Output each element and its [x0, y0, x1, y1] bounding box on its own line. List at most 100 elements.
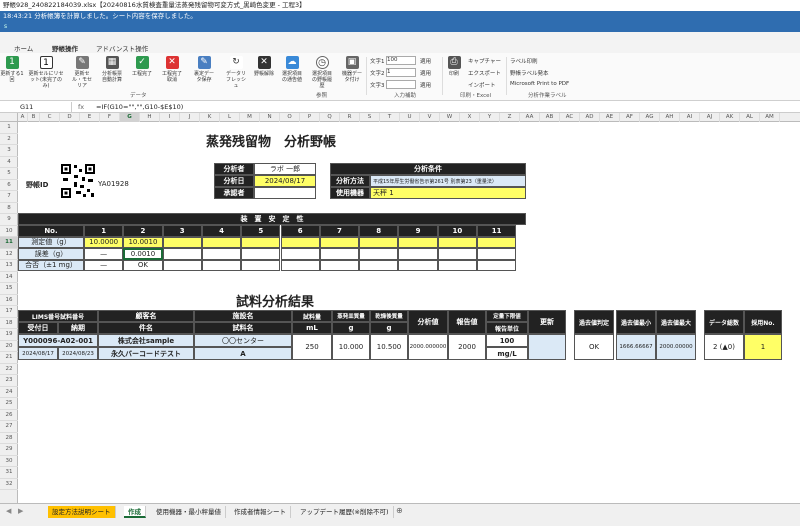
column-header[interactable]: AJ [700, 113, 720, 122]
row-header[interactable]: 21 [0, 352, 18, 364]
error-cell[interactable]: — [84, 248, 124, 260]
column-header[interactable]: AA [520, 113, 540, 122]
lims-value[interactable]: Y000096-A02-001 [18, 334, 98, 347]
column-header[interactable]: I [160, 113, 180, 122]
process-complete-button[interactable]: ✓ 工程完了 [130, 56, 154, 77]
column-header[interactable]: L [220, 113, 240, 122]
past-min-value[interactable]: 1666.66667 [616, 334, 656, 360]
measured-cell[interactable] [162, 236, 202, 248]
column-header[interactable]: N [260, 113, 280, 122]
row-header[interactable]: 11 [0, 237, 18, 249]
row-header[interactable]: 24 [0, 387, 18, 398]
column-header[interactable]: Q [320, 113, 340, 122]
row-header[interactable]: 25 [0, 398, 18, 410]
dish-value[interactable]: 10.000 [332, 334, 370, 360]
save-data-button[interactable]: ✎ 裏定データ保存 [192, 56, 216, 83]
column-header[interactable]: J [180, 113, 200, 122]
past-judge-value[interactable]: OK [574, 334, 614, 360]
row-header[interactable]: 6 [0, 180, 18, 191]
pass-cell[interactable] [280, 259, 320, 271]
pass-cell[interactable]: — [84, 259, 124, 271]
adopt-value[interactable]: 1 [744, 334, 782, 360]
row-header[interactable]: 13 [0, 260, 18, 272]
row-header[interactable]: 22 [0, 364, 18, 375]
row-header[interactable]: 18 [0, 318, 18, 329]
analyst-value[interactable]: ラボ 一郎 [254, 163, 316, 175]
column-header[interactable]: Y [480, 113, 500, 122]
facility-value[interactable]: 〇〇センター [194, 334, 292, 347]
column-header[interactable]: M [240, 113, 260, 122]
row-header[interactable]: 3 [0, 145, 18, 157]
measured-cell[interactable]: 10.0000 [84, 236, 124, 248]
column-header[interactable]: D [60, 113, 80, 122]
column-header[interactable]: K [200, 113, 220, 122]
export-button[interactable]: エクスポート [468, 69, 501, 77]
lower-limit-value[interactable]: 100 [486, 334, 528, 347]
column-header[interactable]: S [360, 113, 380, 122]
sheet-tab-authors[interactable]: 作成者情報シート [230, 506, 291, 518]
instrument-value[interactable]: 天秤 1 [370, 187, 526, 199]
row-header[interactable]: 20 [0, 341, 18, 352]
column-header[interactable]: Z [500, 113, 520, 122]
measured-cell[interactable] [437, 236, 477, 248]
error-cell[interactable] [437, 248, 477, 260]
pass-cell[interactable] [201, 259, 242, 271]
row-header[interactable]: 28 [0, 433, 18, 444]
row-header[interactable]: 10 [0, 226, 18, 237]
error-cell[interactable]: 0.0010 [123, 248, 163, 260]
sample-value[interactable]: A [194, 347, 292, 360]
release-button[interactable]: ✕ 野帳解除 [252, 56, 276, 77]
measured-cell[interactable] [201, 236, 242, 248]
column-header[interactable]: AI [680, 113, 700, 122]
column-header[interactable]: AB [540, 113, 560, 122]
sheet-tab-instruments[interactable]: 使用機器・最小秤量値 [152, 506, 226, 518]
report-unit-value[interactable]: mg/L [486, 347, 528, 360]
column-header[interactable]: P [300, 113, 320, 122]
column-header[interactable]: AF [620, 113, 640, 122]
measured-cell[interactable] [319, 236, 360, 248]
pdf-printer-select[interactable]: Microsoft Print to PDF [510, 81, 569, 87]
approver-value[interactable] [254, 187, 316, 199]
measured-cell[interactable] [398, 236, 438, 248]
text2-input[interactable]: 1 [386, 68, 416, 77]
pass-cell[interactable]: OK [123, 259, 163, 271]
tab-home[interactable]: ホーム [14, 43, 33, 53]
reset-cells-button[interactable]: 1 更新セルにリセット(未完了のみ) [28, 56, 64, 89]
column-header[interactable]: O [280, 113, 300, 122]
column-header[interactable]: C [40, 113, 60, 122]
row-header[interactable]: 1 [0, 122, 18, 134]
measured-cell[interactable] [280, 236, 320, 248]
column-header[interactable]: AC [560, 113, 580, 122]
column-header[interactable]: U [400, 113, 420, 122]
auto-calc-button[interactable]: ▦ 分析帳票自動計算 [100, 56, 124, 83]
column-header[interactable]: G [120, 113, 140, 122]
tab-advanced[interactable]: アドバンスト操作 [96, 43, 148, 53]
row-header[interactable]: 4 [0, 157, 18, 168]
column-header[interactable]: F [100, 113, 120, 122]
error-cell[interactable] [319, 248, 360, 260]
item-value[interactable]: 永久バーコードテスト [98, 347, 194, 360]
received-value[interactable]: 2024/08/17 [18, 347, 58, 360]
date-value[interactable]: 2024/08/17 [254, 175, 316, 187]
formula-input[interactable]: =IF(G10="","",G10-$E$10) [96, 102, 183, 112]
column-header[interactable]: AD [580, 113, 600, 122]
pass-cell[interactable] [241, 259, 281, 271]
print-button[interactable]: ⎙ 印刷 [442, 56, 466, 77]
sheet-tab-create[interactable]: 作成 [124, 506, 146, 518]
row-header[interactable]: 19 [0, 329, 18, 341]
row-header[interactable]: 26 [0, 410, 18, 421]
capture-button[interactable]: キャプチャー [468, 57, 501, 65]
process-cancel-button[interactable]: ✕ 工程完了取消 [160, 56, 184, 83]
column-header[interactable]: H [140, 113, 160, 122]
measured-cell[interactable] [359, 236, 399, 248]
row-header[interactable]: 30 [0, 456, 18, 467]
sheet-tab-guide[interactable]: 設定方法説明シート [48, 506, 116, 518]
pass-cell[interactable] [398, 259, 438, 271]
apply1-button[interactable]: 適用 [420, 57, 431, 65]
spreadsheet-grid[interactable]: A B C D E F G H I J K L M N O P Q R S T U V W X Y Z AA AB AC AD AE AF AG… [0, 113, 800, 503]
column-header[interactable]: AM [760, 113, 780, 122]
volume-value[interactable]: 250 [292, 334, 332, 360]
pass-cell[interactable] [162, 259, 202, 271]
apply3-button[interactable]: 適用 [420, 81, 431, 89]
label-print-button[interactable]: ラベル印刷 [510, 57, 538, 65]
